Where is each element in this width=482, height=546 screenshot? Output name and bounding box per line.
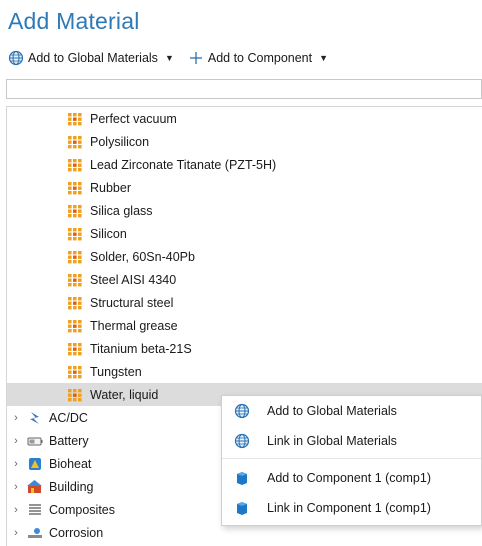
material-item[interactable]: Lead Zirconate Titanate (PZT-5H)	[7, 153, 482, 176]
context-menu-item[interactable]: Add to Component 1 (comp1)	[222, 465, 481, 491]
material-label: Perfect vacuum	[90, 111, 177, 126]
material-label: Rubber	[90, 180, 131, 195]
group-label: AC/DC	[49, 410, 88, 425]
material-label: Polysilicon	[90, 134, 150, 149]
material-label: Structural steel	[90, 295, 174, 310]
menu-separator	[222, 458, 481, 459]
material-icon	[68, 273, 82, 286]
material-icon	[68, 342, 82, 355]
chevron-right-icon[interactable]: ›	[9, 527, 23, 539]
chevron-right-icon[interactable]: ›	[9, 435, 23, 447]
page-title: Add Material	[8, 8, 140, 34]
material-icon	[68, 365, 82, 378]
add-to-component-button[interactable]: Add to Component ▼	[188, 50, 328, 66]
material-item[interactable]: Tungsten	[7, 360, 482, 383]
material-label: Lead Zirconate Titanate (PZT-5H)	[90, 157, 277, 172]
material-item[interactable]: Polysilicon	[7, 130, 482, 153]
context-menu-item[interactable]: Link in Global Materials	[222, 428, 481, 454]
chevron-right-icon[interactable]: ›	[9, 458, 23, 470]
composites-icon	[29, 503, 41, 515]
material-item[interactable]: Silicon	[7, 222, 482, 245]
group-label: Bioheat	[49, 456, 92, 471]
material-icon	[68, 135, 82, 148]
material-icon	[68, 388, 82, 401]
material-label: Titanium beta-21S	[90, 341, 192, 356]
group-label: Building	[49, 479, 94, 494]
add-to-global-materials-button[interactable]: Add to Global Materials ▼	[8, 50, 174, 66]
material-icon	[68, 158, 82, 171]
material-icon	[68, 204, 82, 217]
material-label: Silicon	[90, 226, 127, 241]
chevron-right-icon[interactable]: ›	[9, 412, 23, 424]
material-item[interactable]: Rubber	[7, 176, 482, 199]
chevron-right-icon[interactable]: ›	[9, 504, 23, 516]
material-icon	[68, 181, 82, 194]
chevron-down-icon: ▼	[319, 53, 329, 63]
context-menu-item[interactable]: Link in Component 1 (comp1)	[222, 495, 481, 521]
material-label: Water, liquid	[90, 387, 159, 402]
battery-icon	[27, 437, 43, 445]
context-menu-item[interactable]: Add to Global Materials	[222, 398, 481, 424]
context-menu-label: Add to Component 1 (comp1)	[267, 471, 431, 485]
material-label: Steel AISI 4340	[90, 272, 177, 287]
chevron-right-icon[interactable]: ›	[9, 481, 23, 493]
context-menu-label: Add to Global Materials	[267, 404, 397, 418]
material-icon	[68, 250, 82, 263]
plus-icon	[189, 52, 202, 64]
material-item[interactable]: Steel AISI 4340	[7, 268, 482, 291]
building-icon	[27, 479, 42, 493]
material-item[interactable]: Structural steel	[7, 291, 482, 314]
context-menu: Add to Global Materials Link in Global Ma…	[221, 395, 482, 526]
globe-icon	[8, 50, 24, 66]
group-label: Composites	[49, 502, 115, 517]
material-icon	[68, 227, 82, 240]
search-input[interactable]	[6, 79, 482, 99]
globe-icon	[234, 403, 250, 419]
group-label: Corrosion	[49, 525, 104, 540]
context-menu-label: Link in Global Materials	[267, 434, 397, 448]
context-menu-label: Link in Component 1 (comp1)	[267, 501, 431, 515]
component-icon	[237, 502, 247, 515]
add-to-component-label: Add to Component	[207, 51, 313, 65]
globe-icon	[234, 433, 250, 449]
material-label: Solder, 60Sn-40Pb	[90, 249, 195, 264]
material-item[interactable]: Perfect vacuum	[7, 107, 482, 130]
group-label: Battery	[49, 433, 89, 448]
material-label: Thermal grease	[90, 318, 178, 333]
corrosion-icon	[28, 527, 42, 538]
chevron-down-icon: ▼	[164, 53, 174, 63]
material-icon	[68, 112, 82, 125]
toolbar: Add to Global Materials ▼ Add to Compone…	[8, 47, 328, 69]
material-icon	[68, 296, 82, 309]
material-label: Silica glass	[90, 203, 153, 218]
material-icon	[68, 319, 82, 332]
material-item[interactable]: Silica glass	[7, 199, 482, 222]
acdc-icon	[30, 411, 39, 424]
add-to-global-materials-label: Add to Global Materials	[28, 51, 158, 65]
bioheat-icon	[29, 457, 41, 470]
component-icon	[237, 472, 247, 485]
material-label: Tungsten	[90, 364, 142, 379]
material-item[interactable]: Thermal grease	[7, 314, 482, 337]
material-item[interactable]: Titanium beta-21S	[7, 337, 482, 360]
material-item[interactable]: Solder, 60Sn-40Pb	[7, 245, 482, 268]
